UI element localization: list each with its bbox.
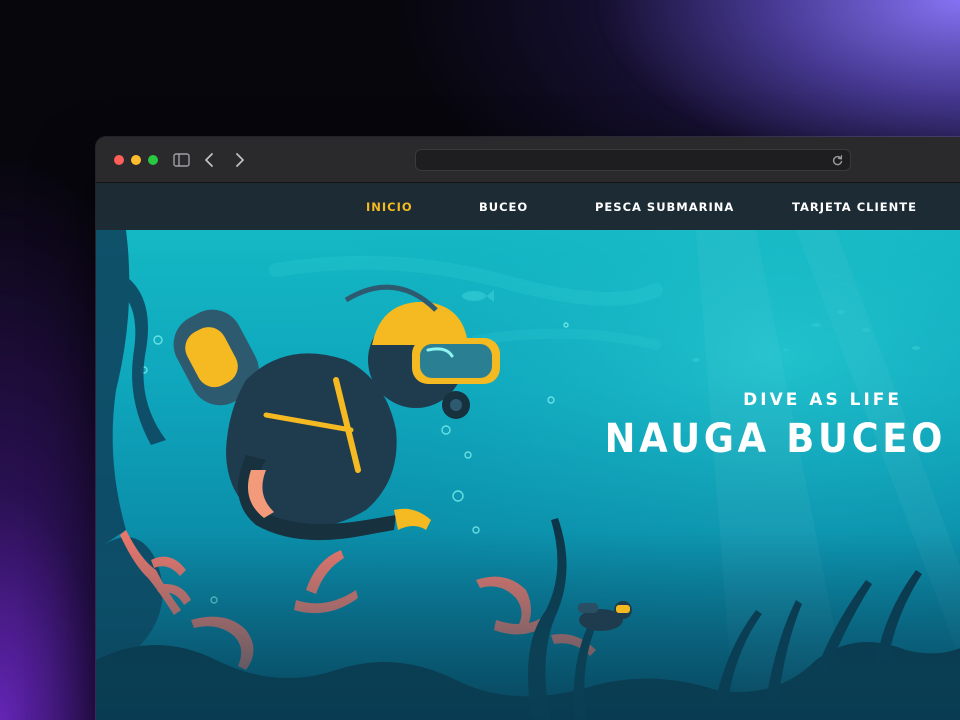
browser-window: INICIO BUCEO PESCA SUBMARINA TARJETA CLI… xyxy=(96,137,960,720)
hero-banner: DIVE AS LIFE NAUGA BUCEO xyxy=(96,230,960,720)
nav-item-pesca-submarina[interactable]: PESCA SUBMARINA xyxy=(595,184,734,230)
close-window-button[interactable] xyxy=(114,155,124,165)
hero-title: NAUGA BUCEO xyxy=(604,416,946,462)
site-navbar: INICIO BUCEO PESCA SUBMARINA TARJETA CLI… xyxy=(96,184,960,230)
hero-tagline: DIVE AS LIFE xyxy=(743,390,902,410)
address-bar[interactable] xyxy=(415,149,851,171)
nav-item-tarjeta-cliente[interactable]: TARJETA CLIENTE xyxy=(792,184,917,230)
reload-icon[interactable] xyxy=(831,154,844,167)
sidebar-toggle-icon[interactable] xyxy=(172,151,192,169)
browser-titlebar xyxy=(96,137,960,183)
nav-item-inicio[interactable]: INICIO xyxy=(366,184,413,230)
minimize-window-button[interactable] xyxy=(131,155,141,165)
back-arrow-icon[interactable] xyxy=(200,151,220,169)
nav-item-buceo[interactable]: BUCEO xyxy=(479,184,528,230)
diver-illustration xyxy=(96,230,960,720)
hero-text-block: DIVE AS LIFE NAUGA BUCEO xyxy=(575,390,946,462)
maximize-window-button[interactable] xyxy=(148,155,158,165)
forward-arrow-icon[interactable] xyxy=(230,151,250,169)
